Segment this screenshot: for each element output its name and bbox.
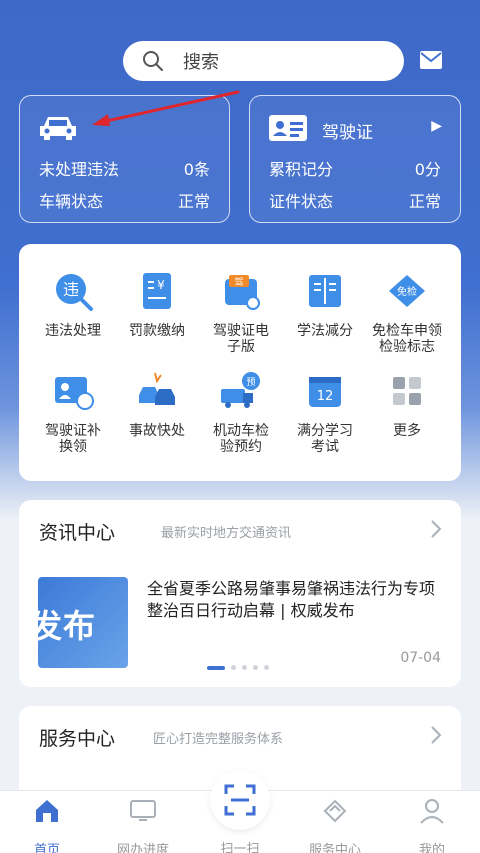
handshake-icon — [323, 799, 347, 823]
accident-cars-icon — [139, 372, 175, 405]
calendar-12-icon: 12 — [309, 377, 341, 407]
search-placeholder: 搜索 — [183, 52, 219, 73]
tab-label: 扫一扫 — [220, 842, 260, 853]
license-status-row: 证件状态 正常 — [269, 188, 441, 212]
service-study-deduction[interactable]: 学法减分 — [283, 269, 367, 339]
news-center-subtitle: 最新实时地方交通资讯 — [161, 526, 292, 541]
service-label: 更多 — [393, 423, 421, 439]
tab-label: 服务中心 — [308, 843, 361, 853]
user-icon — [420, 799, 444, 824]
points-unit: 分 — [424, 160, 441, 179]
service-more[interactable]: 更多 — [365, 369, 449, 439]
svg-text:免检: 免检 — [397, 285, 417, 298]
tab-service-center[interactable]: 服务中心 — [300, 797, 370, 853]
license-status-value: 正常 — [408, 192, 441, 211]
service-violation-handling[interactable]: 违 违法处理 — [31, 269, 115, 339]
vehicle-status-row: 车辆状态 正常 — [39, 188, 210, 212]
exempt-badge-icon: 免检 — [389, 275, 425, 307]
service-center-title: 服务中心 — [39, 728, 116, 750]
service-label: 违法处理 — [45, 323, 101, 339]
service-exempt-inspection[interactable]: 免检 免检车申领 检验标志 — [365, 269, 449, 355]
news-thumbnail[interactable]: 发布 — [38, 577, 128, 668]
service-label: 免检车申领 检验标志 — [372, 323, 442, 355]
news-center-card: 资讯中心 最新实时地方交通资讯 发布 全省夏季公路易肇事易肇祸违法行为专项整治百… — [19, 500, 461, 687]
scan-button[interactable] — [210, 770, 270, 830]
news-date: 07-04 — [400, 650, 441, 666]
news-center-title: 资讯中心 — [39, 522, 116, 544]
svg-text:预: 预 — [246, 377, 255, 388]
tab-scan[interactable]: 扫一扫 — [205, 828, 275, 853]
search-bar[interactable]: 搜索 — [123, 41, 404, 81]
magnifier-violation-icon: 违 — [56, 274, 93, 311]
license-card[interactable]: 驾驶证 ▶ 累积记分 0分 证件状态 正常 — [249, 95, 461, 223]
license-swap-icon — [55, 377, 94, 410]
svg-text:违: 违 — [63, 280, 79, 299]
tab-mine[interactable]: 我的 — [397, 797, 467, 853]
license-title: 驾驶证 — [322, 123, 373, 143]
news-thumbnail-text: 发布 — [38, 607, 97, 645]
service-inspection-appointment[interactable]: 预 机动车检 验预约 — [199, 369, 283, 455]
car-icon — [40, 117, 76, 140]
service-label: 驾驶证电 子版 — [213, 323, 269, 355]
service-full-score-study[interactable]: 12 满分学习 考试 — [283, 369, 367, 455]
monitor-icon — [130, 800, 156, 821]
service-label: 罚款缴纳 — [129, 323, 185, 339]
service-e-license[interactable]: 驾 驾驶证电 子版 — [199, 269, 283, 355]
chevron-right-icon[interactable] — [431, 520, 441, 538]
carousel-indicator — [207, 665, 269, 670]
tab-label: 网办进度 — [116, 843, 169, 853]
carousel-dot — [253, 665, 258, 670]
news-headline[interactable]: 全省夏季公路易肇事易肇祸违法行为专项整治百日行动启幕 | 权威发布 — [147, 578, 447, 622]
wallet-license-icon: 驾 — [225, 275, 260, 310]
license-card-icon — [269, 115, 307, 141]
unhandled-violations-unit: 条 — [193, 160, 210, 179]
annotation-arrow-icon — [92, 90, 240, 126]
tab-label: 我的 — [418, 843, 445, 853]
service-label: 机动车检 验预约 — [213, 423, 269, 455]
tab-home[interactable]: 首页 — [12, 797, 82, 853]
service-label: 驾驶证补 换领 — [45, 423, 101, 455]
book-icon — [309, 275, 341, 307]
receipt-yen-icon: ¥ — [143, 273, 171, 309]
service-label: 事故快处 — [129, 423, 185, 439]
svg-text:驾: 驾 — [234, 277, 243, 288]
mail-icon[interactable] — [419, 50, 443, 70]
service-center-subtitle: 匠心打造完整服务体系 — [153, 732, 284, 747]
service-accident-quick[interactable]: 事故快处 — [115, 369, 199, 439]
service-license-replacement[interactable]: 驾驶证补 换领 — [31, 369, 115, 455]
chevron-right-icon[interactable] — [431, 726, 441, 744]
service-fine-payment[interactable]: ¥ 罚款缴纳 — [115, 269, 199, 339]
carousel-dot — [242, 665, 247, 670]
points-row: 累积记分 0分 — [269, 156, 441, 180]
search-icon — [143, 51, 163, 71]
service-label: 学法减分 — [297, 323, 353, 339]
more-grid-icon — [393, 377, 421, 405]
home-icon — [36, 800, 58, 822]
truck-appointment-icon: 预 — [221, 372, 260, 408]
svg-text:¥: ¥ — [157, 278, 165, 292]
scan-icon — [224, 784, 256, 816]
vehicle-status-value: 正常 — [177, 192, 210, 211]
chevron-right-icon: ▶ — [431, 118, 442, 134]
points-value: 0 — [414, 160, 425, 179]
points-label: 累积记分 — [269, 160, 334, 179]
license-status-label: 证件状态 — [269, 192, 334, 211]
carousel-dot — [231, 665, 236, 670]
service-grid: 违 违法处理 ¥ 罚款缴纳 驾 驾驶证电 子版 学法减分 免检 免检车申领 检验… — [19, 244, 461, 481]
unhandled-violations-value: 0 — [183, 160, 194, 179]
unhandled-violations-row: 未处理违法 0条 — [39, 156, 210, 180]
unhandled-violations-label: 未处理违法 — [39, 160, 120, 179]
carousel-dot — [264, 665, 269, 670]
service-label: 满分学习 考试 — [297, 423, 353, 455]
carousel-dot-active — [207, 665, 225, 670]
vehicle-status-label: 车辆状态 — [39, 192, 104, 211]
tab-label: 首页 — [33, 843, 60, 853]
svg-text:12: 12 — [317, 389, 334, 404]
tab-progress[interactable]: 网办进度 — [108, 797, 178, 853]
